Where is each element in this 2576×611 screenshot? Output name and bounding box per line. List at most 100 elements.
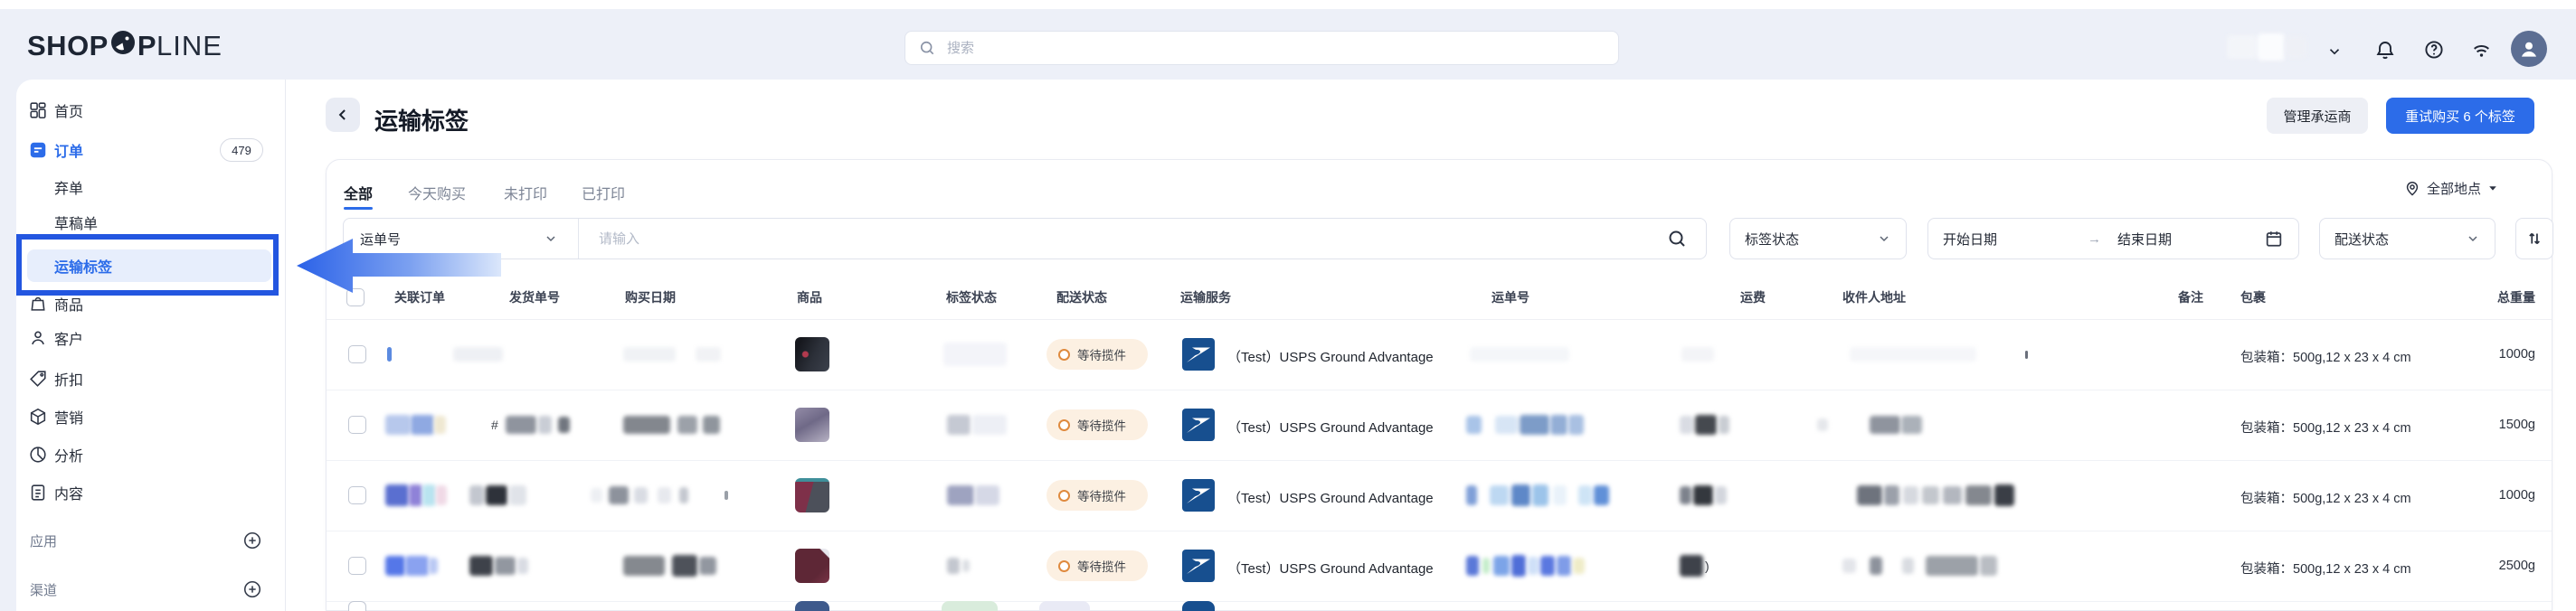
tab-未打印[interactable]: 未打印: [504, 182, 547, 203]
redacted-block: [1994, 484, 2014, 506]
sidebar-section-渠道: 渠道: [16, 576, 284, 603]
redacted-block: [469, 556, 493, 576]
row-checkbox[interactable]: [348, 416, 366, 434]
shipment-number-prefix: #: [491, 418, 498, 432]
table-row[interactable]: #等待揽件（Test）USPS Ground Advantage包装箱：500g…: [327, 390, 2552, 461]
sort-button[interactable]: [2515, 218, 2553, 259]
redacted-block: [1578, 485, 1592, 505]
redacted-block: [609, 486, 629, 504]
shipping-service-name: （Test）USPS Ground Advantage: [1227, 418, 1434, 437]
total-weight: 1000g: [2443, 347, 2535, 362]
redacted-block: [1922, 486, 1939, 504]
column-header-发货单号: 发货单号: [509, 288, 560, 306]
redacted-block: [558, 417, 570, 433]
sidebar-item-折扣[interactable]: 折扣: [16, 362, 284, 395]
table-row-partial[interactable]: [327, 601, 2552, 611]
redacted-block: [1466, 556, 1479, 576]
shipping-labels-card: 全部今天购买未打印已打印 全部地点 运单号 标签状态 开始日期: [326, 159, 2552, 611]
analytics-icon: [28, 445, 48, 465]
redacted-block: [1695, 415, 1717, 435]
column-header-备注: 备注: [2178, 288, 2203, 306]
sidebar-item-订单[interactable]: 订单479: [16, 134, 284, 166]
redacted-block: [1680, 555, 1703, 577]
sidebar-item-label: 客户: [54, 327, 83, 349]
global-search[interactable]: [904, 31, 1619, 65]
calendar-icon[interactable]: [2264, 229, 2284, 249]
sidebar-section-应用: 应用: [16, 527, 284, 554]
marketing-icon: [28, 407, 48, 427]
help-icon[interactable]: [2423, 39, 2445, 61]
location-selector[interactable]: 全部地点: [2403, 174, 2499, 202]
redacted-store-name-block: [2227, 35, 2258, 59]
chevron-down-icon[interactable]: [2326, 43, 2348, 65]
caret-down-icon: [2486, 182, 2499, 194]
sidebar-item-弃单[interactable]: 弃单: [16, 171, 284, 203]
discounts-icon: [28, 369, 48, 389]
logo-text-p: P: [137, 30, 156, 62]
waybill-number-input[interactable]: [597, 230, 1596, 248]
delivery-status-filter[interactable]: 配送状态: [2319, 218, 2496, 259]
column-header-包裹: 包裹: [2240, 288, 2266, 306]
add-plus-icon[interactable]: [242, 579, 262, 599]
redacted-block: [1493, 556, 1510, 576]
package-info: 包装箱：500g,12 x 23 x 4 cm: [2240, 347, 2411, 366]
sidebar-item-内容[interactable]: 内容: [16, 476, 284, 509]
logo-text-bold: SHOP: [27, 30, 109, 62]
chevron-down-icon[interactable]: [544, 231, 558, 246]
manage-carriers-button[interactable]: 管理承运商: [2267, 98, 2368, 134]
redacted-block: [1680, 486, 1691, 504]
sidebar-divider: [285, 80, 286, 611]
content-icon: [28, 483, 48, 503]
usps-carrier-logo: [1182, 479, 1215, 512]
table-row[interactable]: 等待揽件（Test）USPS Ground Advantage包装箱：500g,…: [327, 319, 2552, 390]
back-button[interactable]: [326, 98, 360, 132]
sidebar-item-分析[interactable]: 分析: [16, 438, 284, 471]
sidebar-item-客户[interactable]: 客户: [16, 322, 284, 354]
retry-purchase-labels-button[interactable]: 重试购买 6 个标签: [2386, 98, 2534, 134]
start-date-label[interactable]: 开始日期: [1943, 230, 1997, 249]
redacted-block: [385, 415, 411, 435]
shipping-service-name: （Test）USPS Ground Advantage: [1227, 488, 1434, 507]
table-row[interactable]: 等待揽件（Test）USPS Ground Advantage包装箱：500g,…: [327, 460, 2552, 531]
column-header-收件人地址: 收件人地址: [1842, 288, 1906, 306]
total-weight: 1500g: [2443, 418, 2535, 432]
shopline-logo[interactable]: SHOPPLINE: [27, 31, 223, 61]
column-header-运输服务: 运输服务: [1180, 288, 1231, 306]
add-plus-icon[interactable]: [242, 531, 262, 550]
redacted-block: [1693, 485, 1713, 505]
label-status-filter[interactable]: 标签状态: [1729, 218, 1907, 259]
redacted-block: [1817, 418, 1828, 431]
redacted-block: [1550, 415, 1567, 435]
user-avatar[interactable]: [2511, 31, 2547, 67]
row-checkbox[interactable]: [348, 557, 366, 575]
row-checkbox[interactable]: [348, 486, 366, 504]
logo-o-fish-icon: [109, 29, 137, 63]
global-search-input[interactable]: [945, 40, 1582, 57]
redacted-block: [517, 558, 528, 574]
table-row[interactable]: )等待揽件（Test）USPS Ground Advantage包装箱：500g…: [327, 531, 2552, 602]
redacted-block: [1557, 556, 1571, 576]
row-checkbox[interactable]: [348, 345, 366, 363]
annotation-highlight-box: [16, 234, 279, 296]
redacted-checkbox-sliver: [348, 601, 366, 611]
sidebar-item-营销[interactable]: 营销: [16, 400, 284, 433]
redacted-block: [696, 347, 721, 362]
redacted-block: [623, 556, 665, 576]
redacted-store-name-block: [2285, 36, 2306, 58]
sidebar-item-首页[interactable]: 首页: [16, 94, 284, 127]
redacted-block: [409, 484, 422, 506]
network-wifi-icon[interactable]: [2470, 39, 2492, 61]
tab-已打印[interactable]: 已打印: [582, 182, 625, 203]
tab-全部[interactable]: 全部: [344, 182, 373, 203]
tab-今天购买[interactable]: 今天购买: [408, 182, 466, 203]
package-info: 包装箱：500g,12 x 23 x 4 cm: [2240, 418, 2411, 437]
sidebar-item-label: 草稿单: [54, 212, 98, 233]
redacted-block: [1470, 347, 1569, 362]
redacted-block: [495, 557, 516, 575]
notifications-bell-icon[interactable]: [2374, 39, 2396, 61]
end-date-label[interactable]: 结束日期: [2117, 230, 2172, 249]
search-icon[interactable]: [1666, 228, 1688, 249]
date-range-filter[interactable]: 开始日期 → 结束日期: [1927, 218, 2299, 259]
total-weight: 1000g: [2443, 488, 2535, 503]
customers-icon: [28, 328, 48, 348]
